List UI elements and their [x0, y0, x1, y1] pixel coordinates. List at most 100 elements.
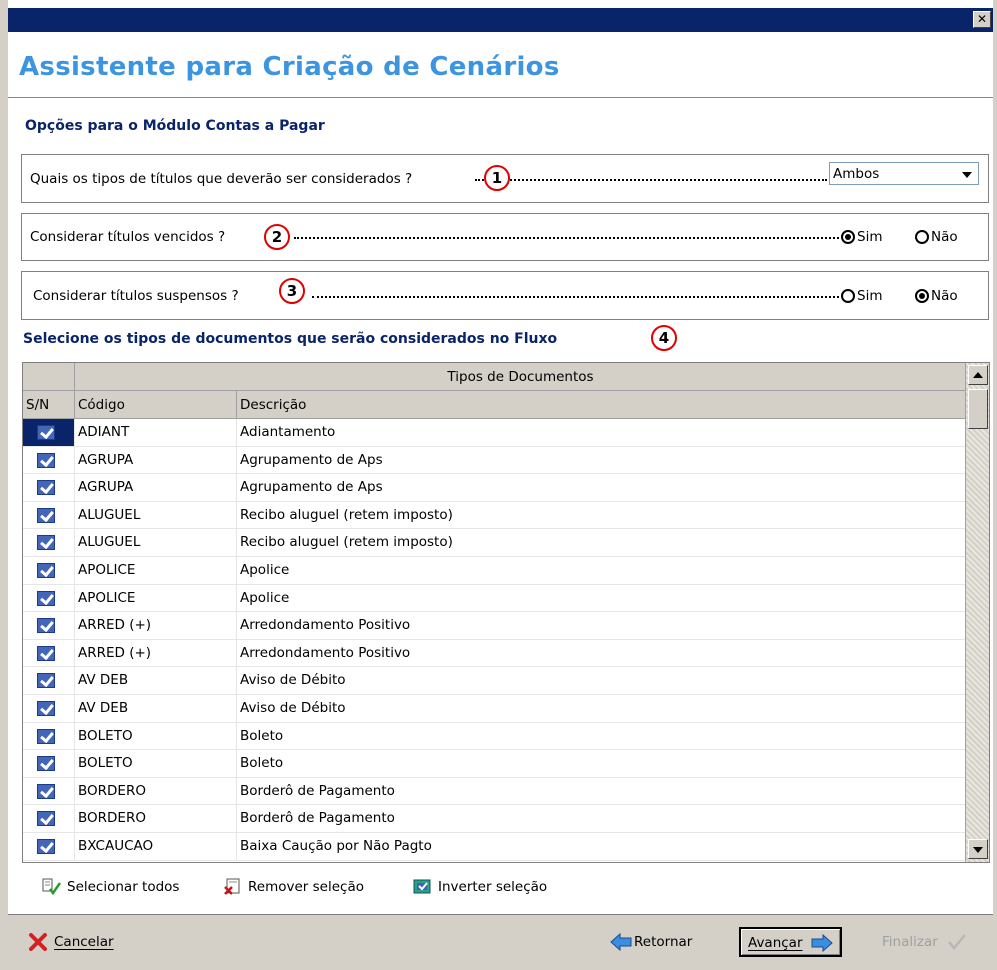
checkbox-checked-icon[interactable] — [37, 452, 55, 468]
checkbox-checked-icon[interactable] — [37, 811, 55, 827]
step-badge: 1 — [484, 165, 510, 191]
radio-icon[interactable] — [915, 230, 929, 244]
radio-overdue-yes[interactable]: Sim — [841, 229, 882, 245]
table-row[interactable]: AV DEB Aviso de Débito — [23, 667, 966, 695]
leader-dots — [312, 295, 839, 298]
row-description: Apolice — [237, 556, 966, 584]
column-header-desc[interactable]: Descrição — [237, 391, 966, 419]
radio-suspended-no[interactable]: Não — [915, 288, 958, 304]
row-select-cell[interactable] — [23, 501, 75, 529]
row-select-cell[interactable] — [23, 556, 75, 584]
checkbox-checked-icon[interactable] — [37, 673, 55, 689]
row-code: ALUGUEL — [75, 529, 237, 556]
step-badge: 3 — [279, 278, 305, 304]
finish-button: Finalizar — [882, 928, 968, 958]
checkbox-checked-icon[interactable] — [37, 425, 55, 440]
step-badge: 4 — [651, 325, 677, 351]
arrow-right-icon — [811, 933, 833, 953]
next-button[interactable]: Avançar — [739, 927, 842, 957]
checkbox-checked-icon[interactable] — [37, 838, 55, 854]
row-description: Boleto — [237, 722, 966, 750]
page-title: Assistente para Criação de Cenários — [19, 52, 560, 82]
checkbox-checked-icon[interactable] — [37, 507, 55, 523]
table-row[interactable]: ARRED (+) Arredondamento Positivo — [23, 639, 966, 668]
row-code: AV DEB — [75, 667, 237, 694]
checkbox-checked-icon[interactable] — [37, 618, 55, 634]
checkbox-checked-icon[interactable] — [37, 728, 55, 744]
row-code: APOLICE — [75, 556, 237, 584]
table-row[interactable]: ALUGUEL Recibo aluguel (retem imposto) — [23, 529, 966, 557]
select-all-button[interactable]: Selecionar todos — [42, 878, 179, 900]
option-label: Considerar títulos suspensos ? — [33, 287, 239, 304]
radio-suspended-yes[interactable]: Sim — [841, 288, 882, 304]
wizard-footer: Cancelar Retornar Avançar Finalizar — [8, 914, 993, 970]
row-select-cell[interactable] — [23, 612, 75, 639]
radio-overdue-no[interactable]: Não — [915, 229, 958, 245]
row-select-cell[interactable] — [23, 446, 75, 474]
row-code: ARRED (+) — [75, 639, 237, 667]
table-row[interactable]: AGRUPA Agrupamento de Aps — [23, 446, 966, 475]
row-select-cell[interactable] — [23, 805, 75, 832]
table-row[interactable]: ADIANT Adiantamento — [23, 419, 966, 447]
checkbox-checked-icon[interactable] — [37, 535, 55, 551]
table-row[interactable]: APOLICE Apolice — [23, 584, 966, 613]
row-description: Borderô de Pagamento — [237, 805, 966, 832]
radio-selected-icon[interactable] — [841, 230, 855, 244]
column-header-code[interactable]: Código — [75, 391, 237, 419]
checkbox-checked-icon[interactable] — [37, 562, 55, 578]
row-code: ARRED (+) — [75, 612, 237, 639]
arrow-left-icon — [610, 932, 632, 952]
table-row[interactable]: AV DEB Aviso de Débito — [23, 694, 966, 723]
scroll-up-icon[interactable] — [968, 365, 988, 385]
documents-grid: Tipos de Documentos S/N Código Descrição… — [22, 362, 990, 863]
checkbox-checked-icon[interactable] — [37, 783, 55, 799]
chevron-down-icon[interactable] — [962, 172, 972, 178]
remove-selection-button[interactable]: Remover seleção — [223, 878, 364, 900]
row-code: BOLETO — [75, 750, 237, 777]
scroll-down-icon[interactable] — [968, 839, 988, 859]
check-icon — [946, 933, 968, 951]
row-select-cell[interactable] — [23, 529, 75, 556]
row-description: Baixa Caução por Não Pagto — [237, 832, 966, 860]
row-select-cell[interactable] — [23, 777, 75, 805]
table-row[interactable]: ALUGUEL Recibo aluguel (retem imposto) — [23, 501, 966, 530]
table-row[interactable]: BXCAUCAO Baixa Caução por Não Pagto — [23, 832, 966, 861]
row-select-cell[interactable] — [23, 639, 75, 667]
row-select-cell[interactable] — [23, 419, 75, 446]
table-row[interactable]: BOLETO Boleto — [23, 722, 966, 751]
row-select-cell[interactable] — [23, 694, 75, 722]
row-select-cell[interactable] — [23, 584, 75, 612]
row-description: Agrupamento de Aps — [237, 446, 966, 474]
scroll-thumb[interactable] — [968, 389, 988, 429]
checkbox-checked-icon[interactable] — [37, 700, 55, 716]
checkbox-checked-icon[interactable] — [37, 756, 55, 772]
row-select-cell[interactable] — [23, 667, 75, 694]
checkbox-checked-icon[interactable] — [37, 590, 55, 606]
radio-icon[interactable] — [841, 288, 855, 303]
checkbox-checked-icon[interactable] — [37, 645, 55, 661]
row-select-cell[interactable] — [23, 722, 75, 750]
wizard-header: Assistente para Criação de Cenários — [8, 32, 993, 98]
row-select-cell[interactable] — [23, 750, 75, 777]
checkbox-checked-icon[interactable] — [37, 480, 55, 496]
table-row[interactable]: BORDERO Borderô de Pagamento — [23, 805, 966, 833]
grid-scrollbar[interactable] — [965, 363, 989, 862]
table-row[interactable]: APOLICE Apolice — [23, 556, 966, 585]
column-header-sn[interactable]: S/N — [23, 391, 75, 419]
cancel-button[interactable]: Cancelar — [28, 928, 114, 958]
row-select-cell[interactable] — [23, 832, 75, 860]
row-code: ALUGUEL — [75, 501, 237, 529]
row-code: AGRUPA — [75, 446, 237, 474]
table-row[interactable]: BORDERO Borderô de Pagamento — [23, 777, 966, 806]
title-type-select[interactable]: Ambos — [829, 162, 979, 185]
table-row[interactable]: AGRUPA Agrupamento de Aps — [23, 474, 966, 502]
radio-selected-icon[interactable] — [915, 288, 929, 303]
section-title: Opções para o Módulo Contas a Pagar — [25, 118, 325, 134]
invert-selection-button[interactable]: Inverter seleção — [413, 878, 547, 900]
table-row[interactable]: BOLETO Boleto — [23, 750, 966, 778]
table-row[interactable]: ARRED (+) Arredondamento Positivo — [23, 612, 966, 640]
row-select-cell[interactable] — [23, 474, 75, 501]
back-button[interactable]: Retornar — [610, 928, 692, 958]
close-icon[interactable]: ✕ — [973, 11, 991, 28]
grid-group-header: Tipos de Documentos — [75, 363, 966, 391]
